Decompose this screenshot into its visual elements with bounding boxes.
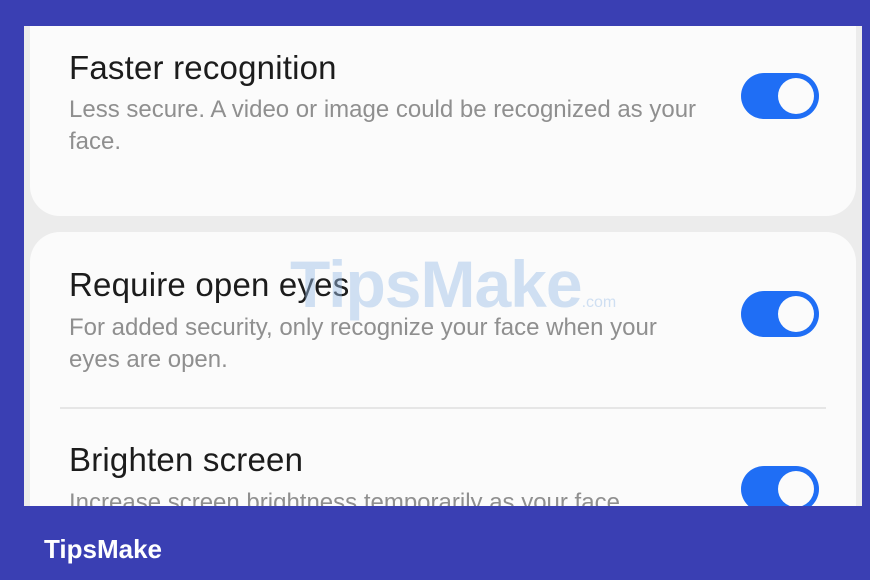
settings-card-bottom: Require open eyes For added security, on… xyxy=(30,232,856,506)
toggle-knob xyxy=(778,471,814,506)
setting-title: Faster recognition xyxy=(69,49,337,86)
footer-logo: TipsMake xyxy=(44,534,163,564)
toggle-knob xyxy=(778,78,814,114)
setting-description: Less secure. A video or image could be r… xyxy=(69,96,697,155)
setting-description: Increase screen brightness temporarily a… xyxy=(69,489,620,506)
toggle-knob xyxy=(778,296,814,332)
faster-recognition-toggle[interactable] xyxy=(741,73,819,119)
settings-panel: Faster recognition Less secure. A video … xyxy=(24,26,862,506)
divider xyxy=(60,407,826,409)
require-open-eyes-toggle[interactable] xyxy=(741,291,819,337)
setting-title: Require open eyes xyxy=(69,266,350,303)
setting-title: Brighten screen xyxy=(69,441,304,478)
brighten-screen-toggle[interactable] xyxy=(741,466,819,506)
setting-description: For added security, only recognize your … xyxy=(69,314,657,373)
settings-card-top: Faster recognition Less secure. A video … xyxy=(30,26,856,216)
